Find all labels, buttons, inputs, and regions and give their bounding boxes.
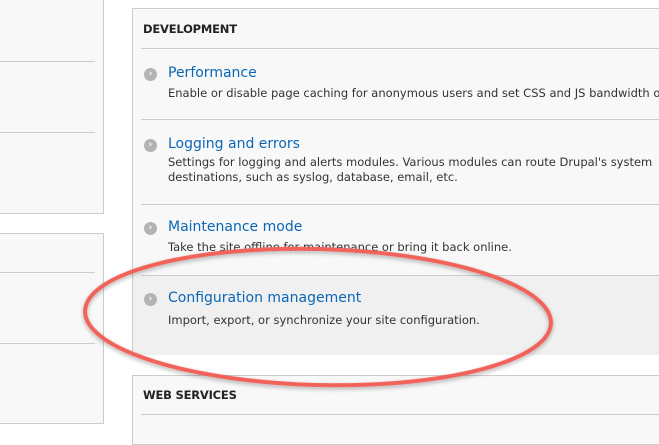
divider	[0, 343, 95, 344]
item-description: Import, export, or synchronize your site…	[168, 313, 480, 327]
item-description: Enable or disable page caching for anony…	[168, 86, 659, 100]
left-panel-1	[0, 0, 104, 214]
item-description: Settings for logging and alerts modules.…	[168, 155, 653, 169]
divider	[0, 61, 95, 62]
item-link[interactable]: Configuration management	[168, 290, 361, 306]
item-link[interactable]: Maintenance mode	[168, 219, 302, 235]
divider	[0, 132, 95, 133]
chevron-circle-right-icon: ›	[144, 293, 157, 306]
item-link[interactable]: Logging and errors	[168, 136, 300, 152]
development-panel: DEVELOPMENT › Performance Enable or disa…	[132, 8, 659, 355]
item-description: Take the site offline for maintenance or…	[168, 240, 512, 254]
section-heading: DEVELOPMENT	[143, 22, 237, 36]
chevron-circle-right-icon: ›	[144, 222, 157, 235]
admin-item-performance[interactable]: › Performance Enable or disable page cac…	[133, 49, 659, 119]
admin-item-logging[interactable]: › Logging and errors Settings for loggin…	[133, 120, 659, 204]
divider	[141, 414, 659, 415]
admin-item-maintenance[interactable]: › Maintenance mode Take the site offline…	[133, 205, 659, 275]
item-description: destinations, such as syslog, database, …	[168, 170, 458, 184]
chevron-circle-right-icon: ›	[144, 139, 157, 152]
left-panel-2	[0, 233, 104, 424]
chevron-circle-right-icon: ›	[144, 68, 157, 81]
section-heading: WEB SERVICES	[143, 388, 237, 402]
web-services-panel: WEB SERVICES	[132, 375, 659, 445]
admin-item-configuration[interactable]: › Configuration management Import, expor…	[133, 276, 659, 355]
item-link[interactable]: Performance	[168, 65, 257, 81]
divider	[0, 272, 95, 273]
